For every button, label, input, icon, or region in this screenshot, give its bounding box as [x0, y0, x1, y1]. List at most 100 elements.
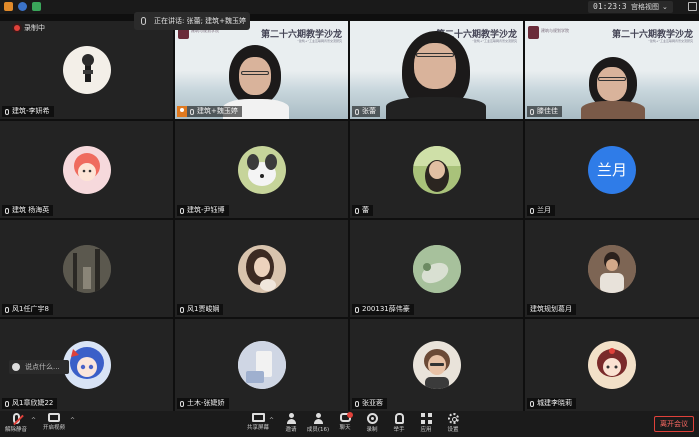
participant-name-tag: 建筑+魏玉婷 [177, 106, 242, 117]
chevron-up-icon[interactable]: ^ [70, 417, 75, 424]
avatar: 兰月 [588, 145, 636, 194]
speaking-indicator: 正在讲话: 张蕾; 建筑+魏玉婷 [134, 12, 250, 30]
participant-tile[interactable]: 风1任广宇8 [0, 220, 173, 317]
gear-icon [447, 413, 459, 424]
participant-name: 风1章欣婕22 [12, 399, 54, 407]
avatar-image [245, 248, 276, 291]
view-switch-button[interactable]: 宫格视图 ⌄ [626, 1, 673, 13]
apps-button[interactable]: 应用 [412, 413, 440, 433]
screen-share-icon [251, 413, 265, 422]
fullscreen-icon[interactable] [688, 2, 697, 11]
chat-button[interactable]: 聊天 [331, 412, 359, 431]
participant-name-tag: 建筑 杨海英 [2, 205, 54, 216]
chevron-up-icon[interactable]: ^ [31, 417, 36, 424]
avatar-image [73, 152, 100, 181]
raise-hand-button[interactable]: 举手 [385, 413, 413, 433]
participant-tile[interactable]: 建筑 杨海英 [0, 121, 173, 218]
participant-name: 建筑-李妍希 [12, 107, 50, 115]
record-button[interactable]: 录制 [358, 413, 386, 433]
leave-meeting-button[interactable]: 离开会议 [654, 416, 694, 432]
camera-icon [48, 413, 60, 422]
participant-tile[interactable]: 蕾 [350, 121, 523, 218]
participant-name-tag: 张蕾 [352, 106, 380, 117]
microphone-icon [355, 400, 359, 407]
participant-name-tag: 建筑-李妍希 [2, 106, 54, 117]
recording-label: 录制中 [24, 24, 45, 32]
participant-name: 土木-张婕娇 [187, 399, 225, 407]
participant-tile[interactable]: 建筑-李妍希 [0, 21, 173, 119]
chat-label: 聊天 [339, 425, 351, 431]
invite-label: 邀请 [285, 427, 297, 433]
participant-video [581, 53, 645, 119]
avatar [62, 145, 111, 194]
invite-icon [286, 413, 297, 424]
participant-name-tag: 土木-张婕娇 [177, 398, 229, 409]
microphone-icon [355, 207, 359, 214]
participant-name: 建筑-尹钰博 [187, 206, 225, 214]
participant-name: 200131薛伟豪 [362, 305, 410, 313]
unmute-button[interactable]: 解除静音 [2, 413, 30, 433]
meeting-info-icon[interactable] [4, 2, 13, 11]
members-button[interactable]: 成员(16) [304, 413, 332, 433]
hand-icon [394, 413, 404, 424]
slide-school: 建筑与规划学院 [541, 28, 569, 33]
avatar-image [423, 349, 450, 389]
avatar [62, 244, 111, 293]
avatar [237, 244, 286, 293]
start-video-button[interactable]: 开启视频 [40, 413, 68, 431]
chat-input[interactable]: 说点什么... [9, 360, 69, 374]
emoji-icon[interactable] [12, 363, 20, 371]
microphone-icon [355, 108, 359, 115]
participant-name: 建筑 杨海英 [12, 206, 50, 214]
participant-tile[interactable]: 兰月 兰月 [525, 121, 699, 218]
avatar [62, 46, 111, 94]
participant-tile[interactable]: 城建李晓莉 [525, 319, 699, 411]
participant-name-tag: 兰月 [527, 205, 555, 216]
participant-name: 滕佳佳 [537, 107, 558, 115]
settings-button[interactable]: 设置 [439, 413, 467, 433]
microphone-icon [530, 108, 534, 115]
participant-name: 蕾 [362, 206, 369, 214]
avatar [588, 341, 636, 389]
participant-tile[interactable]: 风1贾峻娴 [175, 220, 348, 317]
slide-subtitle: “建筑+”工业互联网背景交流研究 [648, 39, 693, 43]
participant-name-tag: 张亚蓉 [352, 398, 387, 409]
microphone-icon [180, 400, 184, 407]
network-signal-icon[interactable] [32, 2, 41, 11]
avatar-image [588, 244, 636, 293]
avatar-image [237, 341, 286, 389]
participant-tile[interactable]: 土木-张婕娇 [175, 319, 348, 411]
participant-tile[interactable]: 建筑规划葛月 [525, 220, 699, 317]
participant-tile[interactable]: 200131薛伟豪 [350, 220, 523, 317]
avatar [237, 145, 286, 194]
participant-tile[interactable]: 建筑-尹钰博 [175, 121, 348, 218]
microphone-icon [5, 207, 9, 214]
members-label: 成员(16) [306, 427, 330, 433]
participant-video [386, 27, 486, 119]
slide-subtitle: “建筑+”工业互联网背景交流研究 [297, 39, 342, 43]
avatar [412, 244, 461, 293]
avatar [588, 244, 636, 293]
participant-name: 建筑+魏玉婷 [197, 107, 238, 115]
participant-name-tag: 建筑-尹钰博 [177, 205, 229, 216]
participant-name: 建筑规划葛月 [530, 305, 572, 313]
record-dot-icon [14, 25, 20, 31]
speaking-text: 正在讲话: 张蕾; 建筑+魏玉婷 [154, 17, 247, 25]
chevron-up-icon[interactable]: ^ [269, 417, 274, 424]
participant-video-tile[interactable]: 建筑与规划学院 第二十六期教学沙龙 “建筑+”工业互联网背景交流研究 滕佳佳 [525, 21, 699, 119]
microphone-icon [5, 306, 9, 313]
settings-label: 设置 [447, 427, 459, 433]
microphone-icon [141, 17, 146, 25]
avatar-image [69, 347, 104, 379]
participant-video-tile[interactable]: 建筑与规划学院 第二十六期教学沙龙 “建筑+”工业互联网背景交流研究 建筑+魏玉… [175, 21, 348, 119]
invite-button[interactable]: 邀请 [277, 413, 305, 433]
chat-icon [339, 412, 353, 422]
participant-video-tile[interactable]: 第二十六期教学沙龙 “建筑+”工业互联网背景交流研究 张蕾 [350, 21, 523, 119]
participant-name: 张亚蓉 [362, 399, 383, 407]
security-shield-icon[interactable] [18, 2, 27, 11]
avatar-image [412, 244, 461, 293]
avatar-image [597, 348, 627, 377]
participant-tile[interactable]: 张亚蓉 [350, 319, 523, 411]
microphone-icon [530, 400, 534, 407]
share-screen-button[interactable]: 共享屏幕 [244, 413, 272, 431]
